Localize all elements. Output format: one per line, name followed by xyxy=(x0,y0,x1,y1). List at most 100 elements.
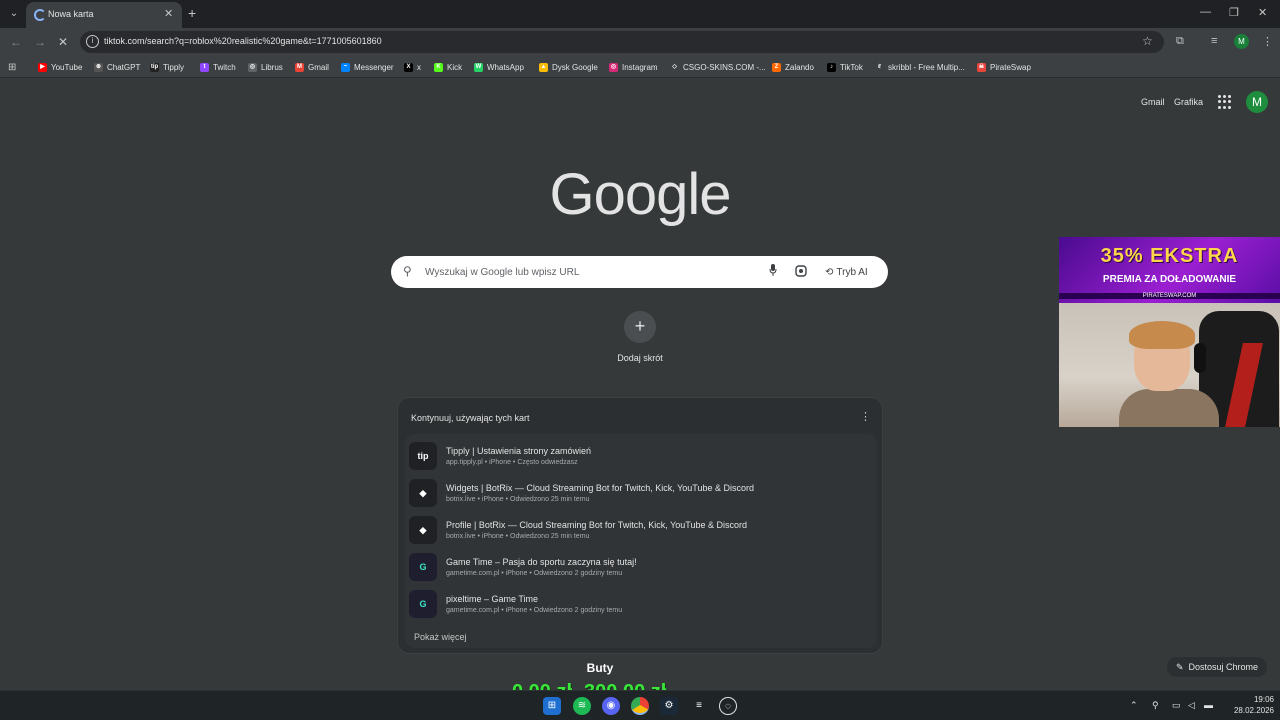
mic-tray-icon[interactable]: ⚲ xyxy=(1152,700,1159,711)
promo-domain: PIRATESWAP.COM xyxy=(1059,293,1280,299)
chrome-icon[interactable] xyxy=(631,697,649,715)
menu-kebab-icon[interactable]: ⋮ xyxy=(1262,35,1273,48)
bookmark-item[interactable]: ♪ TikTok xyxy=(827,61,863,73)
images-link[interactable]: Grafika xyxy=(1174,97,1203,107)
app-icon[interactable]: ≡ xyxy=(690,697,708,715)
list-item[interactable]: tip Tipply | Ustawienia strony zamówień … xyxy=(405,437,877,474)
bookmark-favicon-icon: ☠ xyxy=(977,62,986,72)
promo-subheadline: PREMIA ZA DOŁADOWANIE xyxy=(1102,274,1237,285)
search-box[interactable]: ⚲ ⟲ Tryb AI xyxy=(391,256,888,288)
bookmark-item[interactable]: t Twitch xyxy=(200,61,236,73)
bookmark-item[interactable]: ◎ Librus xyxy=(248,61,283,73)
bookmark-item[interactable]: ~ Messenger xyxy=(341,61,394,73)
minimize-icon[interactable]: — xyxy=(1200,6,1211,18)
google-lens-icon[interactable] xyxy=(795,265,807,277)
bookmark-label: skribbl - Free Multip... xyxy=(888,62,965,72)
tab-search-icon[interactable]: ⌄ xyxy=(6,6,22,22)
bookmark-item[interactable]: ◎ Instagram xyxy=(609,61,658,73)
bookmark-label: YouTube xyxy=(51,62,83,72)
address-url[interactable]: tiktok.com/search?q=roblox%20realistic%2… xyxy=(104,36,382,46)
spotify-icon[interactable]: ≋ xyxy=(573,697,591,715)
network-icon[interactable]: ▭ xyxy=(1172,700,1181,711)
battery-icon[interactable]: ▬ xyxy=(1204,700,1213,710)
bookmark-favicon-icon: K xyxy=(434,62,443,72)
tray-chevron-icon[interactable]: ⌃ xyxy=(1130,700,1138,711)
bookmark-item[interactable]: ⊛ ChatGPT xyxy=(94,61,140,73)
bookmark-label: ChatGPT xyxy=(107,62,141,72)
bookmark-favicon-icon: ◎ xyxy=(248,62,257,72)
tab-strip: ⌄ Nowa karta ✕ + — ❐ ✕ xyxy=(0,0,1280,28)
address-bar[interactable]: i tiktok.com/search?q=roblox%20realistic… xyxy=(80,31,1164,53)
ai-mode-button[interactable]: ⟲ Tryb AI xyxy=(825,262,868,282)
volume-icon[interactable]: ◁ xyxy=(1188,700,1195,711)
bookmark-item[interactable]: ☠ PirateSwap xyxy=(977,61,1031,73)
site-info-icon[interactable]: i xyxy=(86,35,99,48)
clock-time[interactable]: 19:06 xyxy=(1240,695,1274,704)
apps-grid-icon[interactable]: ⊞ xyxy=(8,61,16,73)
bookmark-item[interactable]: ◇ CSGO-SKINS.COM -... xyxy=(670,61,766,73)
browser-toolbar: ← → ✕ i tiktok.com/search?q=roblox%20rea… xyxy=(0,28,1280,56)
bookmark-label: Librus xyxy=(261,62,283,72)
taskbar: ⊞ ≋ ◉ ⚙ ≡ ◌ ⌃ ⚲ ▭ ◁ ▬ 19:06 28.02.2026 xyxy=(0,690,1280,720)
customize-chrome-button[interactable]: ✎ Dostosuj Chrome xyxy=(1167,657,1267,677)
bookmark-star-icon[interactable]: ☆ xyxy=(1142,34,1153,48)
bookmark-favicon-icon: tip xyxy=(150,62,159,72)
promo-banner: 35% EKSTRA PREMIA ZA DOŁADOWANIE PIRATES… xyxy=(1059,237,1280,303)
gametime-icon: G xyxy=(409,590,437,618)
add-shortcut-button[interactable]: + xyxy=(624,311,656,343)
bookmark-favicon-icon: t xyxy=(200,62,209,72)
bookmark-item[interactable]: ▲ Dysk Google xyxy=(539,61,598,73)
overlay-text-buty: Buty xyxy=(586,661,614,675)
bookmark-item[interactable]: tip Tipply xyxy=(150,61,184,73)
bookmark-item[interactable]: W WhatsApp xyxy=(474,61,524,73)
bookmark-favicon-icon: ⊛ xyxy=(94,62,103,72)
microphone-icon[interactable] xyxy=(769,264,777,276)
bookmark-favicon-icon: M xyxy=(295,62,304,72)
card-menu-icon[interactable]: ⋮ xyxy=(860,410,871,423)
windows-start-icon[interactable]: ⊞ xyxy=(543,697,561,715)
forward-icon[interactable]: → xyxy=(34,35,46,49)
botrix-icon: ◆ xyxy=(409,479,437,507)
steam-icon[interactable]: ⚙ xyxy=(660,697,678,715)
show-more-link[interactable]: Pokaż więcej xyxy=(414,632,467,642)
bookmark-item[interactable]: ▶ YouTube xyxy=(38,61,82,73)
stop-icon[interactable]: ✕ xyxy=(58,35,68,49)
bookmark-label: Zalando xyxy=(785,62,814,72)
bookmark-item[interactable]: ℓ skribbl - Free Multip... xyxy=(875,61,965,73)
list-item[interactable]: ◆ Widgets | BotRix — Cloud Streaming Bot… xyxy=(405,474,877,511)
bookmark-item[interactable]: M Gmail xyxy=(295,61,329,73)
add-shortcut-label: Dodaj skrót xyxy=(617,353,663,363)
pencil-icon: ✎ xyxy=(1175,661,1184,672)
list-item-title: pixeltime – Game Time xyxy=(446,594,539,604)
list-item[interactable]: G Game Time – Pasja do sportu zaczyna si… xyxy=(405,548,877,585)
gmail-link[interactable]: Gmail xyxy=(1141,97,1165,107)
extensions-icon[interactable]: ⧉ xyxy=(1176,35,1184,48)
search-input[interactable] xyxy=(425,261,755,283)
clock-date[interactable]: 28.02.2026 xyxy=(1226,706,1274,715)
new-tab-icon[interactable]: + xyxy=(188,5,196,21)
headset xyxy=(1194,343,1206,373)
tab-active[interactable]: Nowa karta ✕ xyxy=(26,2,182,28)
gametime-icon: G xyxy=(409,553,437,581)
ai-mode-label: Tryb AI xyxy=(836,266,868,278)
profile-icon[interactable]: M xyxy=(1234,34,1249,49)
discord-icon[interactable]: ◉ xyxy=(602,697,620,715)
google-apps-icon[interactable] xyxy=(1218,95,1232,109)
list-item[interactable]: ◆ Profile | BotRix — Cloud Streaming Bot… xyxy=(405,511,877,548)
window-close-icon[interactable]: ✕ xyxy=(1258,6,1267,19)
recording-app-icon[interactable]: ◌ xyxy=(719,697,737,715)
account-avatar[interactable]: M xyxy=(1246,91,1268,113)
ai-sparkle-icon: ⟲ xyxy=(825,266,834,278)
back-icon[interactable]: ← xyxy=(10,35,22,49)
bookmark-favicon-icon: ◎ xyxy=(609,62,618,72)
bookmark-item[interactable]: Z Zalando xyxy=(772,61,814,73)
maximize-icon[interactable]: ❐ xyxy=(1229,6,1239,19)
list-item[interactable]: G pixeltime – Game Time gametime.com.pl … xyxy=(405,585,877,622)
bookmark-item[interactable]: K Kick xyxy=(434,61,462,73)
person-body xyxy=(1119,389,1219,427)
bookmark-item[interactable]: Xx xyxy=(404,61,421,73)
bookmark-label: Kick xyxy=(447,62,463,72)
media-control-icon[interactable]: ≡ xyxy=(1211,35,1217,47)
bookmark-label: TikTok xyxy=(840,62,863,72)
tab-close-icon[interactable]: ✕ xyxy=(164,7,173,20)
